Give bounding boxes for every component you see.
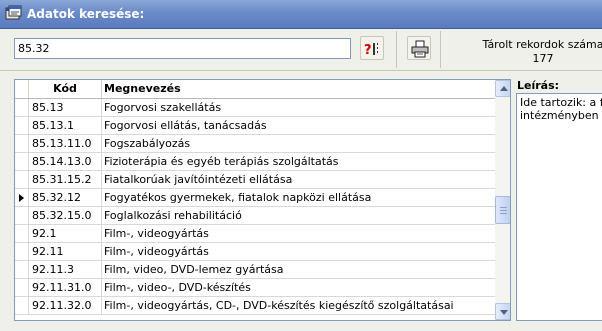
app-window-icon [5,5,22,22]
svg-text:?: ? [364,43,372,58]
cell-code[interactable]: 85.31.15.2 [29,171,102,188]
cell-code[interactable]: 85.32.15.0 [29,207,102,224]
description-label: Leírás: [517,79,560,92]
row-indicator [15,225,29,242]
row-indicator [15,117,29,134]
table-row[interactable]: 85.31.15.2 Fiatalkorúak javítóintézeti el… [15,171,495,189]
cell-name[interactable]: Fogorvosi szakellátás [102,99,495,116]
cell-name[interactable]: Fogorvosi ellátás, tanácsadás [102,117,495,134]
stored-records-count: 177 [532,52,554,65]
cell-code[interactable]: 85.13.11.0 [29,135,102,152]
description-box[interactable]: Ide tartozik: a fogyatékos intézményben … [516,93,602,321]
row-indicator [15,99,29,116]
row-indicator [15,261,29,278]
cell-code[interactable]: 92.11.3 [29,261,102,278]
question-search-icon: ? [364,43,378,58]
scroll-down-arrow-icon [500,310,508,315]
cell-code[interactable]: 92.11.31.0 [29,279,102,296]
cell-name[interactable]: Foglalkozási rehabilitáció [102,207,495,224]
cell-name[interactable]: Film, video, DVD-lemez gyártása [102,261,495,278]
cell-code[interactable]: 85.32.12 [29,189,102,206]
cell-name[interactable]: Film-, videogyártás, CD-, DVD-készítés k… [102,297,495,314]
cell-code[interactable]: 92.11.32.0 [29,297,102,314]
cell-name[interactable]: Film-, videogyártás [102,243,495,260]
table-row[interactable]: 92.11.31.0 Film-, video-, DVD-készítés [15,279,495,297]
cell-code[interactable]: 92.11 [29,243,102,260]
scroll-down-button[interactable] [495,303,510,320]
cell-code[interactable]: 85.13 [29,99,102,116]
row-indicator [15,189,29,206]
row-indicator [15,243,29,260]
column-header-name[interactable]: Megnevezés [102,80,495,98]
stored-records-label: Tárolt rekordok száma [482,38,602,51]
grid-header: Kód Megnevezés [15,80,495,99]
table-row[interactable]: 92.11 Film-, videogyártás [15,243,495,261]
vertical-scrollbar[interactable] [495,80,510,320]
table-row[interactable]: 85.13.11.0 Fogszabályozás [15,135,495,153]
table-row[interactable]: 92.1 Film-, videogyártás [15,225,495,243]
row-indicator [15,153,29,170]
cell-code[interactable]: 85.14.13.0 [29,153,102,170]
row-indicator [15,171,29,188]
cell-code[interactable]: 85.13.1 [29,117,102,134]
scroll-up-arrow-icon [500,86,508,91]
cell-name[interactable]: Fizioterápia és egyéb terápiás szolgálta… [102,153,495,170]
column-header-code[interactable]: Kód [29,80,102,98]
cell-name[interactable]: Fogszabályozás [102,135,495,152]
search-toolbar: ? Tárolt rekordok száma 177 [0,29,602,71]
table-row[interactable]: 85.13 Fogorvosi szakellátás [15,99,495,117]
indicator-header [15,80,29,98]
cell-name[interactable]: Film-, video-, DVD-készítés [102,279,495,296]
table-row[interactable]: 85.32.12 Fogyatékos gyermekek, fiatalok n… [15,189,495,207]
toolbar-divider [396,31,397,68]
title-bar: Adatok keresése: [0,0,602,29]
printer-icon [411,40,429,58]
current-row-pointer-icon [19,194,24,202]
table-row[interactable]: 92.11.32.0 Film-, videogyártás, CD-, DVD-… [15,297,495,315]
cell-name[interactable]: Film-, videogyártás [102,225,495,242]
row-indicator [15,135,29,152]
table-row[interactable]: 92.11.3 Film, video, DVD-lemez gyártása [15,261,495,279]
row-indicator [15,279,29,296]
scroll-up-button[interactable] [495,80,510,97]
scroll-thumb[interactable] [495,196,510,224]
search-button[interactable]: ? [360,36,384,60]
search-input[interactable] [14,38,351,59]
table-row[interactable]: 85.32.15.0 Foglalkozási rehabilitáció [15,207,495,225]
description-text: Ide tartozik: a fogyatékos intézményben … [520,96,602,122]
table-row[interactable]: 85.14.13.0 Fizioterápia és egyéb terápiás… [15,153,495,171]
toolbar-divider [440,31,441,68]
print-button[interactable] [407,36,431,60]
cell-name[interactable]: Fiatalkorúak javítóintézeti ellátása [102,171,495,188]
row-indicator [15,297,29,314]
table-row[interactable]: 85.13.1 Fogorvosi ellátás, tanácsadás [15,117,495,135]
cell-name[interactable]: Fogyatékos gyermekek, fiatalok napközi e… [102,189,495,206]
cell-code[interactable]: 92.1 [29,225,102,242]
results-grid[interactable]: Kód Megnevezés 85.13 Fogorvosi szakellátá… [14,79,511,321]
window-title: Adatok keresése: [27,7,145,21]
row-indicator [15,207,29,224]
